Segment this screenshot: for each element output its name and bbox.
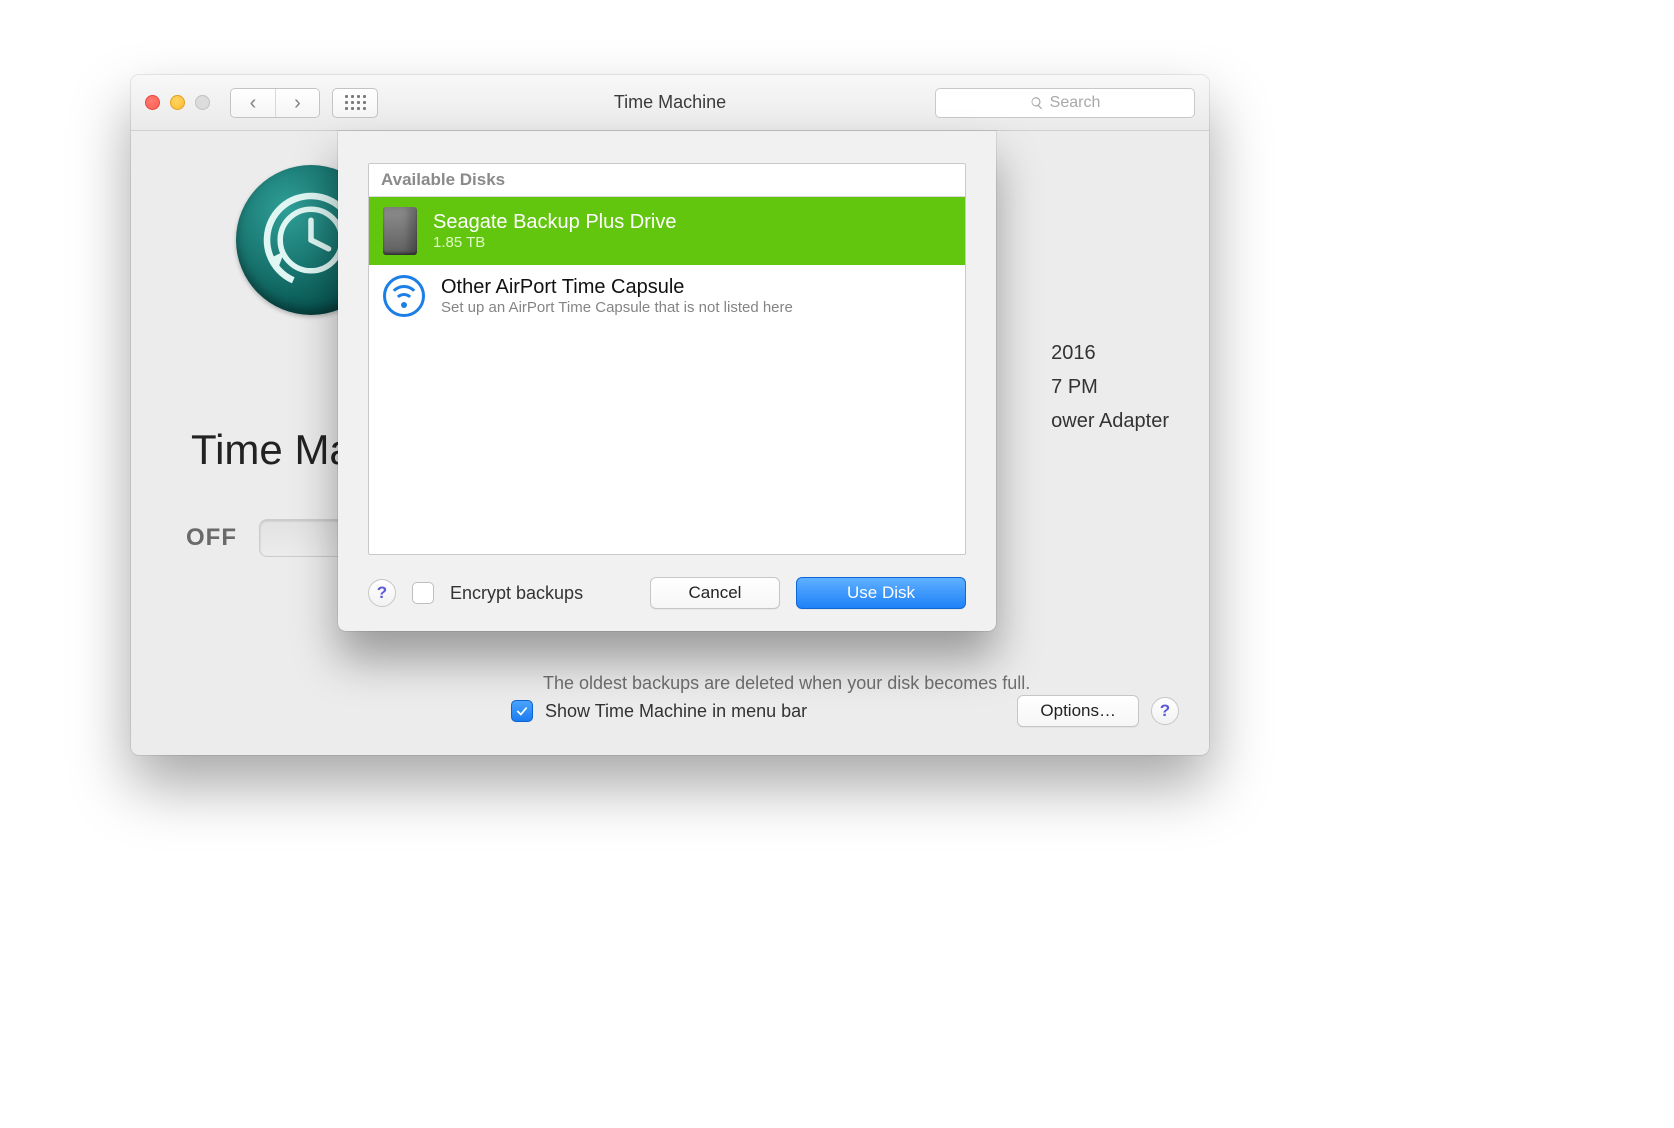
disk-name: Seagate Backup Plus Drive [433, 211, 676, 234]
show-in-menu-bar-label: Show Time Machine in menu bar [545, 701, 807, 722]
help-button[interactable]: ? [1151, 697, 1179, 725]
options-button[interactable]: Options… [1017, 695, 1139, 727]
use-disk-button[interactable]: Use Disk [796, 577, 966, 609]
forward-button[interactable]: › [275, 89, 319, 117]
back-button[interactable]: ‹ [231, 89, 275, 117]
disk-item-seagate[interactable]: Seagate Backup Plus Drive 1.85 TB [369, 197, 965, 265]
bottom-controls: Show Time Machine in menu bar Options… ? [511, 695, 1179, 727]
grid-icon [345, 95, 366, 110]
encrypt-backups-label: Encrypt backups [450, 583, 583, 604]
toggle-state-label: OFF [186, 524, 237, 552]
select-disk-sheet: Available Disks Seagate Backup Plus Driv… [338, 131, 996, 631]
app-name-label: Time Ma [191, 426, 353, 474]
disk-capacity: 1.85 TB [433, 234, 676, 251]
search-input[interactable]: Search [935, 88, 1195, 118]
close-window-button[interactable] [145, 95, 160, 110]
status-line-2: 7 PM [1051, 370, 1169, 404]
window-controls [145, 95, 210, 110]
search-placeholder: Search [1050, 94, 1101, 112]
sheet-bottom-controls: ? Encrypt backups Cancel Use Disk [368, 555, 966, 609]
deletion-info-text: The oldest backups are deleted when your… [543, 673, 1030, 694]
available-disks-list: Available Disks Seagate Backup Plus Driv… [368, 163, 966, 555]
cancel-button[interactable]: Cancel [650, 577, 780, 609]
search-icon [1030, 96, 1044, 110]
disk-name: Other AirPort Time Capsule [441, 276, 793, 299]
status-line-1: 2016 [1051, 336, 1169, 370]
encrypt-backups-checkbox[interactable] [412, 582, 434, 604]
status-line-3: ower Adapter [1051, 404, 1169, 438]
backup-status-info: 2016 7 PM ower Adapter [1051, 336, 1169, 438]
show-in-menu-bar-checkbox[interactable] [511, 700, 533, 722]
disk-description: Set up an AirPort Time Capsule that is n… [441, 299, 793, 316]
hard-drive-icon [383, 207, 417, 255]
nav-back-forward: ‹ › [230, 88, 320, 118]
titlebar: ‹ › Time Machine Search [131, 75, 1209, 131]
airport-icon [383, 275, 425, 317]
checkmark-icon [515, 704, 529, 718]
minimize-window-button[interactable] [170, 95, 185, 110]
disk-item-airport[interactable]: Other AirPort Time Capsule Set up an Air… [369, 265, 965, 327]
window-title: Time Machine [614, 92, 726, 113]
available-disks-header: Available Disks [369, 164, 965, 197]
show-all-prefs-button[interactable] [332, 88, 378, 118]
zoom-window-button[interactable] [195, 95, 210, 110]
sheet-help-button[interactable]: ? [368, 579, 396, 607]
